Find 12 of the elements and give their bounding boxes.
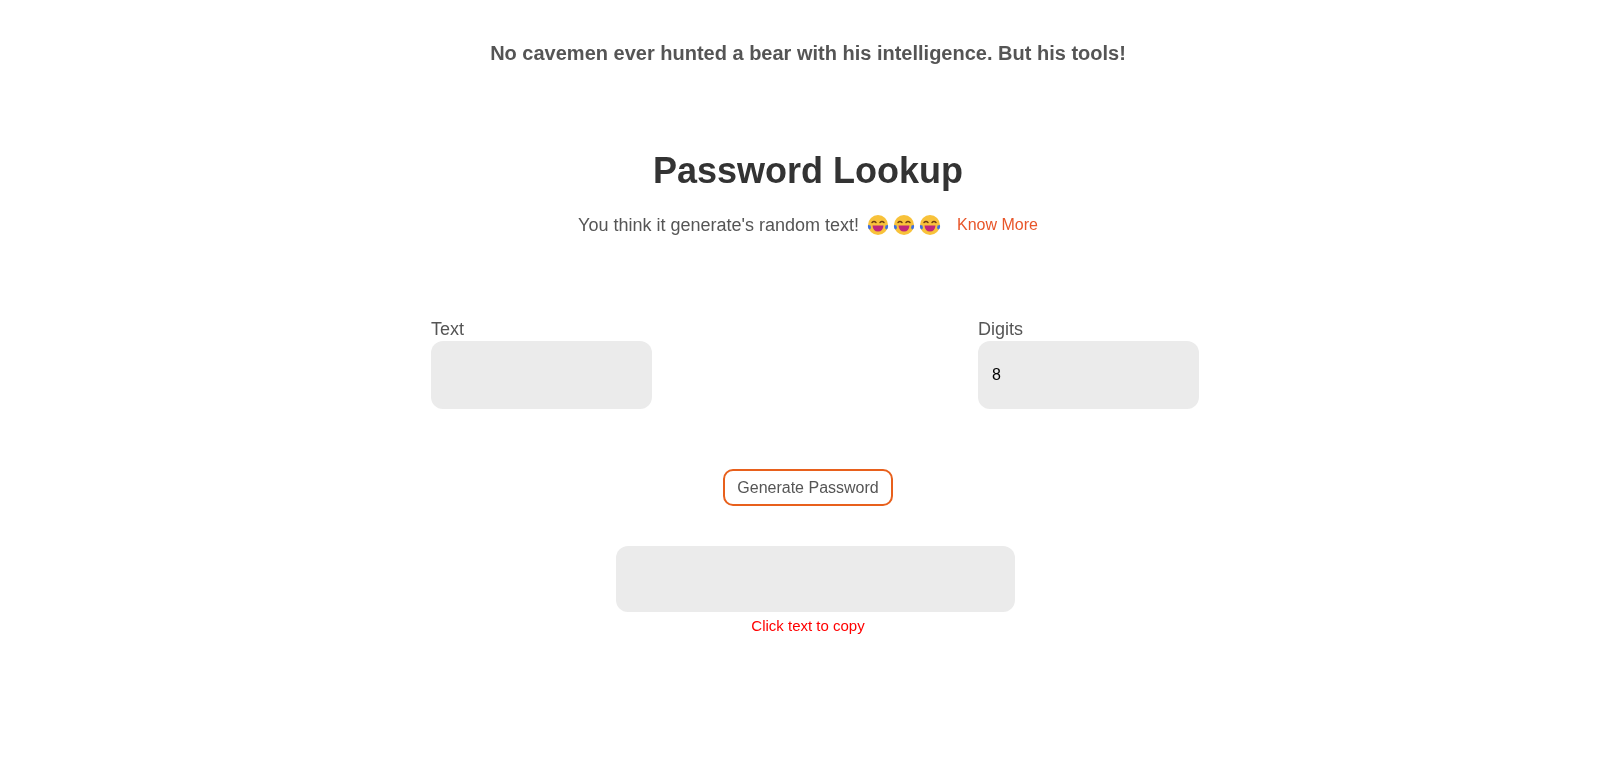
laughing-emoji-icon [919, 214, 941, 236]
field-label: Text [431, 318, 464, 340]
copy-hint-text: Click text to copy [751, 616, 865, 636]
subtitle-text: You think it generate's random text! [578, 214, 859, 237]
field-label: Digits [978, 318, 1023, 340]
generate-password-button[interactable]: Generate Password [723, 469, 893, 506]
laughing-emoji-icon [893, 214, 915, 236]
page-title: Password Lookup [652, 149, 963, 193]
know-more-link[interactable]: Know More [957, 213, 1038, 237]
laughing-emoji-icon [867, 214, 889, 236]
quote-heading: No cavemen ever hunted a bear with his intelligence. But his tools! [490, 41, 1126, 65]
input-field[interactable]: 8 [978, 341, 1199, 409]
